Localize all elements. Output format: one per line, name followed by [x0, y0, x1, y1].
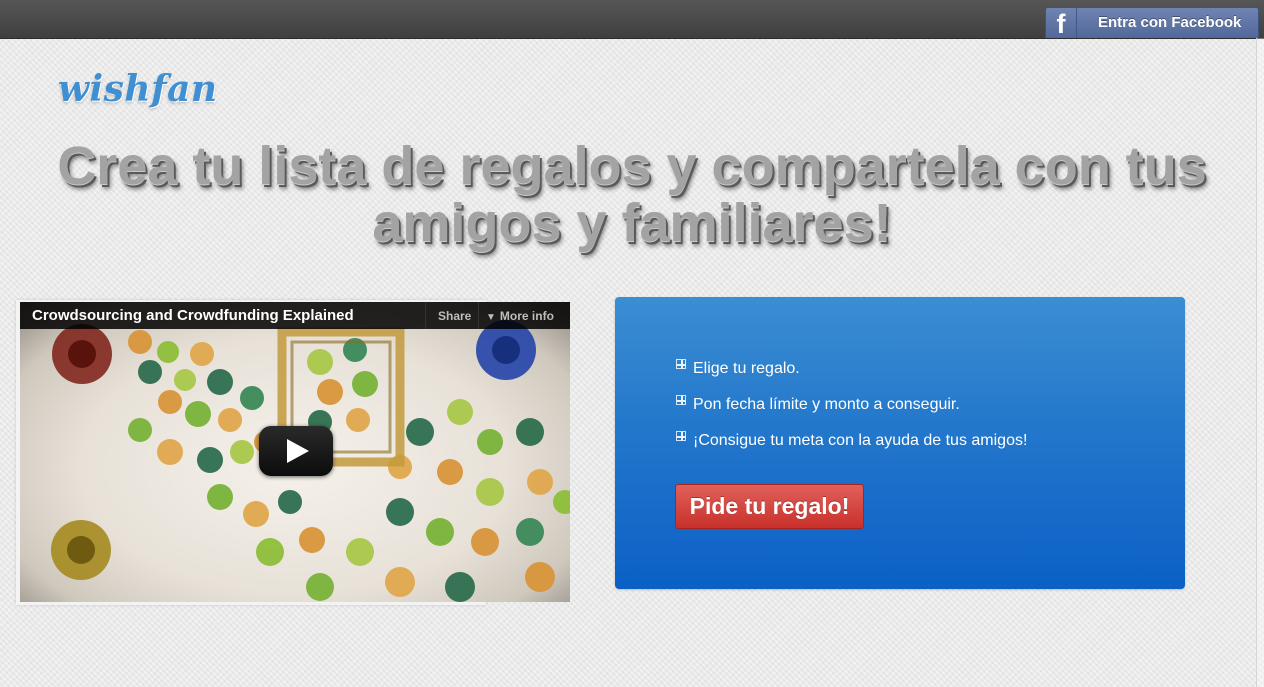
- step-text: ¡Consigue tu meta con la ayuda de tus am…: [693, 432, 1028, 449]
- facebook-login-label: Entra con Facebook: [1098, 14, 1242, 31]
- step-text: Elige tu regalo.: [693, 360, 800, 377]
- info-panel: Elige tu regalo. Pon fecha límite y mont…: [615, 297, 1185, 589]
- play-button[interactable]: [259, 426, 333, 476]
- chevron-down-icon: ▼: [486, 312, 496, 323]
- step-item: Pon fecha límite y monto a conseguir.: [676, 395, 960, 414]
- play-icon: [287, 439, 309, 463]
- scrollbar[interactable]: [1256, 38, 1264, 687]
- video-more-info-label: More info: [499, 309, 554, 323]
- video-more-info-button[interactable]: ▼ More info: [486, 309, 554, 323]
- page-headline: Crea tu lista de regalos y compartela co…: [20, 138, 1244, 252]
- facebook-icon: f: [1046, 8, 1077, 38]
- headline-line-2: amigos y familiares!: [372, 193, 892, 253]
- step-item: Elige tu regalo.: [676, 359, 800, 378]
- video-share-button[interactable]: Share: [438, 309, 471, 323]
- request-gift-button[interactable]: Pide tu regalo!: [675, 484, 864, 529]
- headline-line-1: Crea tu lista de regalos y compartela co…: [57, 136, 1207, 196]
- video-player[interactable]: Crowdsourcing and Crowdfunding Explained…: [20, 302, 570, 602]
- gift-icon: [676, 359, 686, 369]
- step-item: ¡Consigue tu meta con la ayuda de tus am…: [676, 431, 1028, 450]
- gift-icon: [676, 431, 686, 441]
- step-text: Pon fecha límite y monto a conseguir.: [693, 396, 960, 413]
- video-title-bar: Crowdsourcing and Crowdfunding Explained…: [20, 302, 570, 329]
- gift-icon: [676, 395, 686, 405]
- video-toolbar-divider: [478, 302, 479, 329]
- facebook-login-button[interactable]: f Entra con Facebook: [1045, 7, 1259, 38]
- video-title[interactable]: Crowdsourcing and Crowdfunding Explained: [32, 307, 354, 324]
- video-toolbar-divider: [425, 302, 426, 329]
- wishfan-logo[interactable]: wishfan: [58, 68, 218, 110]
